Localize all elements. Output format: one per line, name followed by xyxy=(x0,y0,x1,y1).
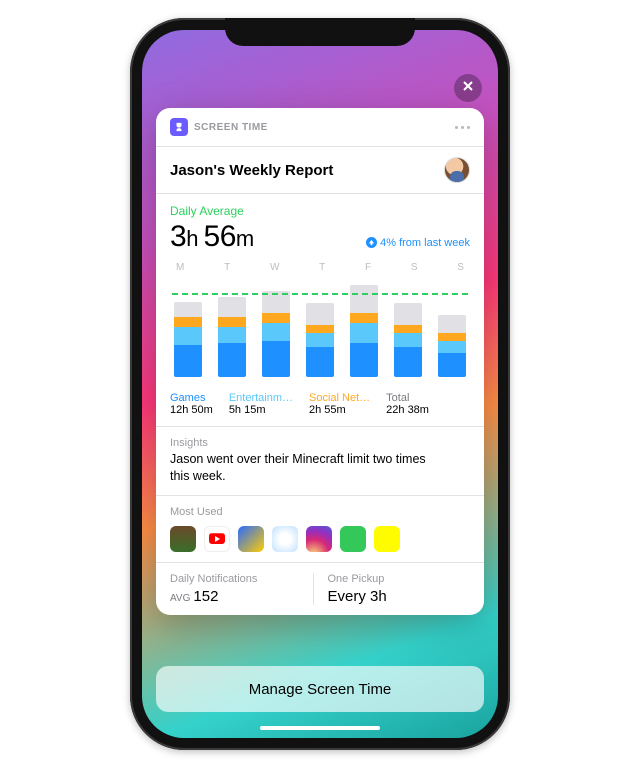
trend-indicator: 4% from last week xyxy=(366,237,470,249)
day-label: S xyxy=(457,262,464,273)
day-label: F xyxy=(365,262,371,273)
screen-time-icon xyxy=(170,118,188,136)
app-icon-youtube[interactable] xyxy=(204,526,230,552)
device-screen: SCREEN TIME Jason's Weekly Report Daily … xyxy=(142,30,498,738)
app-icon-snapchat[interactable] xyxy=(374,526,400,552)
home-indicator[interactable] xyxy=(260,726,380,730)
day-label: M xyxy=(176,262,184,273)
chart-bar xyxy=(394,303,422,377)
limit-line xyxy=(172,293,468,295)
insights-label: Insights xyxy=(170,437,470,449)
user-avatar[interactable] xyxy=(444,157,470,183)
app-icon-fortnite[interactable] xyxy=(272,526,298,552)
day-label: S xyxy=(411,262,418,273)
app-icon-instagram[interactable] xyxy=(306,526,332,552)
report-title: Jason's Weekly Report xyxy=(170,162,333,179)
manage-screen-time-button[interactable]: Manage Screen Time xyxy=(156,666,484,712)
close-icon xyxy=(462,79,474,97)
chart-legend: Games12h 50m Entertainm…5h 15m Social Ne… xyxy=(170,392,470,416)
day-label: T xyxy=(224,262,230,273)
day-label: W xyxy=(270,262,279,273)
weekly-chart: MTWTFSS xyxy=(170,262,470,382)
notifications-stat: Daily Notifications AVG152 xyxy=(170,573,313,605)
close-button[interactable] xyxy=(454,74,482,102)
chart-bar xyxy=(262,291,290,377)
title-section: Jason's Weekly Report xyxy=(156,146,484,193)
arrow-up-icon xyxy=(366,237,377,248)
insights-text: Jason went over their Minecraft limit tw… xyxy=(170,451,430,485)
app-icon-messages[interactable] xyxy=(340,526,366,552)
most-used-label: Most Used xyxy=(170,506,470,518)
app-name: SCREEN TIME xyxy=(194,122,268,133)
daily-average-value: 3h 56m xyxy=(170,220,254,254)
most-used-apps xyxy=(170,526,470,552)
chart-bar xyxy=(218,297,246,377)
chart-bar xyxy=(306,303,334,377)
stats-section: Daily Notifications AVG152 One Pickup Ev… xyxy=(156,562,484,615)
chart-bar xyxy=(438,315,466,377)
app-icon-clash-royale[interactable] xyxy=(238,526,264,552)
screen-time-card: SCREEN TIME Jason's Weekly Report Daily … xyxy=(156,108,484,615)
app-icon-minecraft[interactable] xyxy=(170,526,196,552)
card-header: SCREEN TIME xyxy=(156,108,484,146)
phone-frame: SCREEN TIME Jason's Weekly Report Daily … xyxy=(130,18,510,750)
device-notch xyxy=(225,18,415,46)
more-icon[interactable] xyxy=(455,126,470,129)
chart-section: Daily Average 3h 56m 4% from last week M… xyxy=(156,193,484,426)
most-used-section: Most Used xyxy=(156,495,484,562)
pickup-stat: One Pickup Every 3h xyxy=(313,573,471,605)
chart-bar xyxy=(350,285,378,377)
insights-section: Insights Jason went over their Minecraft… xyxy=(156,426,484,495)
daily-average-label: Daily Average xyxy=(170,204,470,218)
day-label: T xyxy=(319,262,325,273)
chart-bar xyxy=(174,302,202,377)
